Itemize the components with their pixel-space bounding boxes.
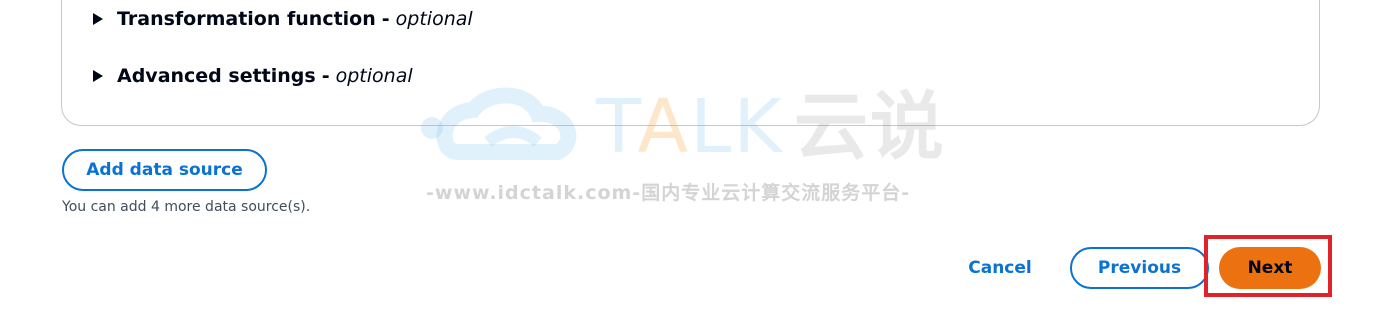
watermark-url: -www.idctalk.com-国内专业云计算交流服务平台- bbox=[426, 182, 911, 204]
previous-button[interactable]: Previous bbox=[1070, 247, 1209, 289]
next-button[interactable]: Next bbox=[1219, 247, 1321, 289]
caret-right-icon bbox=[93, 70, 103, 82]
expander-separator: - bbox=[381, 8, 390, 30]
add-data-source-button[interactable]: Add data source bbox=[62, 149, 267, 191]
advanced-settings-expander[interactable]: Advanced settings - optional bbox=[93, 65, 413, 87]
expander-separator: - bbox=[321, 65, 330, 87]
expander-optional-label: optional bbox=[395, 8, 473, 30]
cancel-button[interactable]: Cancel bbox=[958, 250, 1042, 286]
transformation-function-expander[interactable]: Transformation function - optional bbox=[93, 8, 473, 30]
caret-right-icon bbox=[93, 13, 103, 25]
expander-optional-label: optional bbox=[335, 65, 413, 87]
expander-title: Transformation function bbox=[117, 8, 376, 30]
page: Transformation function - optional Advan… bbox=[0, 0, 1379, 327]
data-source-limit-hint: You can add 4 more data source(s). bbox=[62, 199, 311, 215]
expander-title: Advanced settings bbox=[117, 65, 316, 87]
